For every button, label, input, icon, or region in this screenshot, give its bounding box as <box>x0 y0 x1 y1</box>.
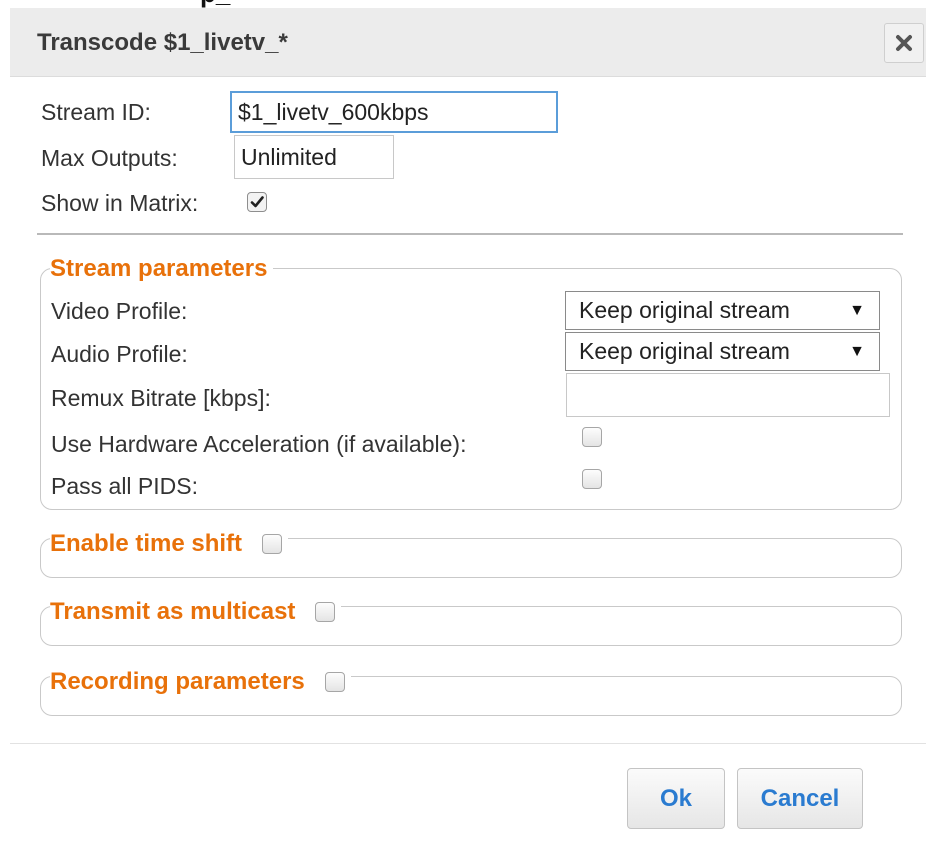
remux-bitrate-label: Remux Bitrate [kbps]: <box>51 385 271 411</box>
close-x-icon <box>896 35 912 51</box>
recording-checkbox[interactable] <box>324 672 345 692</box>
pass-all-pids-checkbox[interactable] <box>582 469 602 489</box>
recording-legend: Recording parameters <box>50 667 351 697</box>
stream-id-label: Stream ID: <box>41 99 151 125</box>
audio-profile-label: Audio Profile: <box>51 341 188 367</box>
audio-profile-select[interactable]: Keep original stream ▼ <box>565 332 880 371</box>
pass-all-pids-label: Pass all PIDS: <box>51 473 198 499</box>
checkmark-icon <box>250 196 264 208</box>
form-divider <box>37 233 903 235</box>
time-shift-checkbox[interactable] <box>262 534 283 554</box>
stream-id-input[interactable] <box>230 91 558 133</box>
multicast-legend: Transmit as multicast <box>50 597 342 627</box>
dropdown-arrow-icon: ▼ <box>849 301 865 319</box>
hardware-acceleration-checkbox[interactable] <box>582 427 602 447</box>
close-button[interactable] <box>884 23 924 63</box>
audio-profile-value: Keep original stream <box>579 338 790 364</box>
video-profile-label: Video Profile: <box>51 298 188 324</box>
multicast-checkbox[interactable] <box>315 602 336 622</box>
footer-divider <box>10 743 926 744</box>
show-in-matrix-label: Show in Matrix: <box>41 190 199 216</box>
transcode-dialog: Transcode $1_livetv_* Stream ID: Max Out… <box>10 8 926 860</box>
cancel-button[interactable]: Cancel <box>737 768 863 829</box>
video-profile-value: Keep original stream <box>579 297 790 323</box>
dialog-title: Transcode $1_livetv_* <box>37 29 288 56</box>
background-header-fragment: p_ <box>200 0 230 8</box>
ok-button[interactable]: Ok <box>627 768 725 829</box>
show-in-matrix-checkbox[interactable] <box>247 192 267 212</box>
stream-parameters-title: Stream parameters <box>50 255 268 282</box>
time-shift-title: Enable time shift <box>50 530 243 557</box>
recording-title: Recording parameters <box>50 668 305 695</box>
dropdown-arrow-icon: ▼ <box>849 342 865 360</box>
multicast-title: Transmit as multicast <box>50 598 296 625</box>
background-page-strip: p_ <box>0 0 926 8</box>
remux-bitrate-input[interactable] <box>566 373 890 417</box>
hardware-acceleration-label: Use Hardware Acceleration (if available)… <box>51 431 467 457</box>
max-outputs-label: Max Outputs: <box>41 145 178 171</box>
max-outputs-input[interactable] <box>234 135 394 179</box>
stream-parameters-legend: Stream parameters <box>50 254 274 284</box>
dialog-titlebar[interactable]: Transcode $1_livetv_* <box>10 8 926 77</box>
time-shift-legend: Enable time shift <box>50 529 289 559</box>
video-profile-select[interactable]: Keep original stream ▼ <box>565 291 880 330</box>
